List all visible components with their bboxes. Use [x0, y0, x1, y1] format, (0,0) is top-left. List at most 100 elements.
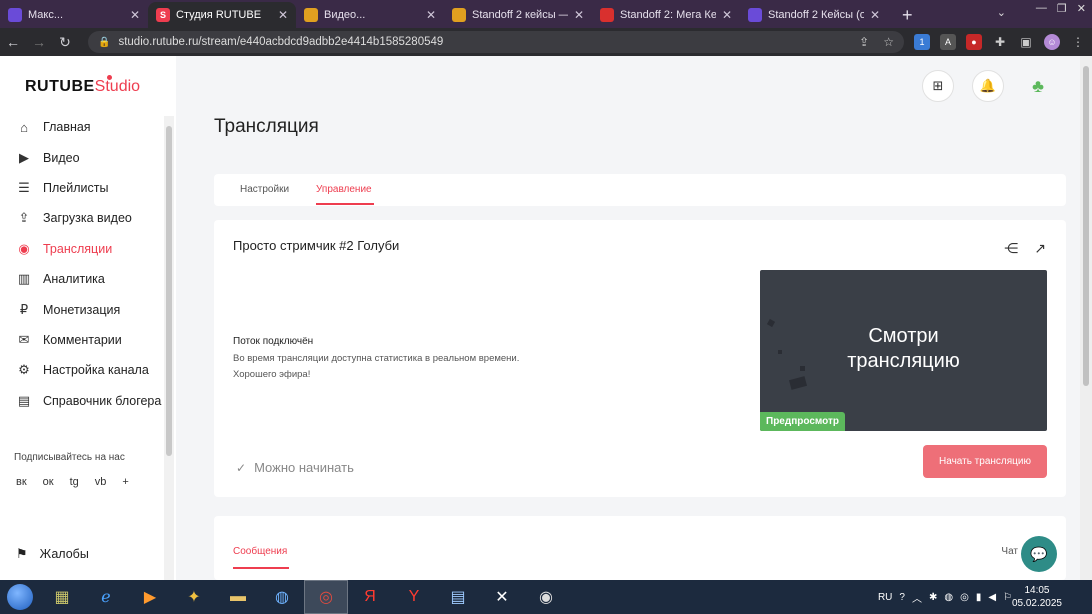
page-scroll-thumb[interactable]	[1083, 66, 1089, 386]
profile-avatar[interactable]: ☺	[1044, 34, 1060, 50]
page-scrollbar[interactable]	[1080, 56, 1092, 580]
browser-tab[interactable]: Видео... ✕	[296, 2, 444, 28]
share-page-icon[interactable]: ⇪	[859, 35, 869, 49]
start-button[interactable]	[0, 580, 40, 614]
sidebar-item[interactable]: ⇪ Загрузка видео	[16, 203, 166, 233]
social-link-icon[interactable]: +	[122, 476, 128, 488]
chat-label[interactable]: Чат	[1001, 546, 1018, 557]
add-content-button[interactable]: ⊞	[922, 70, 954, 102]
show-hidden-icons[interactable]: ︿	[912, 590, 922, 605]
subscribe-label: Подписывайтесь на нас	[14, 452, 125, 463]
sidebar-item[interactable]: ✉ Комментарии	[16, 325, 166, 355]
sidebar-item[interactable]: ⌂ Главная	[16, 112, 166, 142]
forward-icon[interactable]: →	[26, 34, 52, 50]
sidebar-item[interactable]: ⚙ Настройка канала	[16, 355, 166, 385]
social-link-icon[interactable]: vb	[95, 476, 107, 488]
flag-icon[interactable]: ⚐	[1003, 592, 1012, 603]
chrome-icon[interactable]: ◎	[304, 580, 348, 614]
browser-tab[interactable]: Standoff 2: Мега Кейсы ✕	[592, 2, 740, 28]
tray-app-icon[interactable]: ◎	[960, 592, 969, 603]
tab-settings[interactable]: Настройки	[240, 184, 289, 195]
user-avatar[interactable]: ♣	[1022, 70, 1054, 102]
tab-management[interactable]: Управление	[316, 184, 372, 195]
clock-time: 14:05	[1024, 585, 1050, 596]
start-stream-button[interactable]: Начать трансляцию	[923, 445, 1047, 478]
sidebar-item[interactable]: ▥ Аналитика	[16, 264, 166, 294]
sidebar-item[interactable]: ☰ Плейлисты	[16, 173, 166, 203]
sidebar-item-label: Главная	[43, 120, 91, 135]
puzzle-icon[interactable]: ✚	[992, 34, 1008, 50]
yandex-browser-icon[interactable]: Y	[392, 580, 436, 614]
bookmark-star-icon[interactable]: ☆	[883, 35, 894, 49]
media-player-icon[interactable]: ▶	[128, 580, 172, 614]
calculator-icon[interactable]: ▤	[436, 580, 480, 614]
game-icon[interactable]: ✦	[172, 580, 216, 614]
browser-tab[interactable]: S Студия RUTUBE ✕	[148, 2, 296, 28]
tab-close-icon[interactable]: ✕	[722, 8, 732, 22]
social-link-icon[interactable]: tg	[70, 476, 79, 488]
tab-close-icon[interactable]: ✕	[574, 8, 584, 22]
tabs-card: Настройки Управление	[214, 174, 1066, 206]
volume-icon[interactable]: ◀	[988, 592, 996, 603]
sidebar-nav: ⌂ Главная ▶ Видео ☰ Плейлисты ⇪ Загрузка видео ◉…	[16, 112, 166, 416]
share-icon[interactable]: ⋲	[1004, 240, 1018, 257]
tab-messages[interactable]: Сообщения	[233, 546, 287, 557]
help-icon[interactable]: ?	[899, 592, 905, 603]
address-bar[interactable]: 🔒 studio.rutube.ru/stream/e440acbdcd9adb…	[88, 31, 904, 53]
sidebar-item[interactable]: ◉ Трансляции	[16, 234, 166, 264]
rutube-studio-logo[interactable]: RUTUBEStudio	[25, 75, 140, 96]
close-window-icon[interactable]: ✕	[1077, 2, 1086, 15]
browser-tab[interactable]: Макс... ✕	[0, 2, 148, 28]
restore-icon[interactable]: ❐	[1057, 2, 1067, 15]
tab-close-icon[interactable]: ✕	[870, 8, 880, 22]
browser-tab[interactable]: Standoff 2 Кейсы (от Н ✕	[740, 2, 888, 28]
language-indicator[interactable]: RU	[878, 592, 892, 603]
yandex-icon[interactable]: Я	[348, 580, 392, 614]
folder-icon[interactable]: ▬	[216, 580, 260, 614]
extension-icon[interactable]: A	[940, 34, 956, 50]
taskbar-app-icon[interactable]: ▦	[40, 580, 84, 614]
sidebar-item-icon: ⇪	[18, 210, 30, 226]
app-xo-icon[interactable]: ✕	[480, 580, 524, 614]
bluetooth-icon[interactable]: ✱	[929, 592, 937, 603]
sidebar-item-icon: ✉	[18, 331, 30, 347]
minimize-icon[interactable]: —	[1036, 2, 1047, 15]
network-icon[interactable]: ▮	[976, 592, 982, 603]
app-globe-icon[interactable]: ◍	[260, 580, 304, 614]
sidebar-item-label: Монетизация	[43, 302, 121, 317]
sidebar-item-label: Плейлисты	[43, 180, 109, 195]
browser-tab[interactable]: Standoff 2 кейсы — ре ✕	[444, 2, 592, 28]
stream-preview[interactable]: Смотри трансляцию Предпросмотр	[760, 270, 1047, 431]
sidebar-item[interactable]: ▶ Видео	[16, 142, 166, 172]
menu-icon[interactable]: ⋮	[1070, 34, 1086, 50]
lock-icon[interactable]: 🔒	[98, 37, 110, 48]
back-icon[interactable]: ←	[0, 34, 26, 50]
tab-search-icon[interactable]: ⌄	[997, 6, 1006, 19]
reload-icon[interactable]: ↻	[52, 34, 78, 51]
sidebar-item-label: Загрузка видео	[43, 211, 132, 226]
sidebar-scrollbar[interactable]	[164, 116, 174, 580]
sidebar-scroll-thumb[interactable]	[166, 126, 172, 456]
external-link-icon[interactable]: ↗	[1034, 240, 1046, 257]
tab-title: Standoff 2: Мега Кейсы	[620, 9, 716, 21]
tray-app-icon[interactable]: ◍	[944, 592, 953, 603]
ie-icon[interactable]: ℯ	[84, 580, 128, 614]
sidebar-item-icon: ▶	[19, 149, 29, 165]
sidepanel-icon[interactable]: ▣	[1018, 34, 1034, 50]
notifications-button[interactable]: 🔔	[972, 70, 1004, 102]
social-link-icon[interactable]: ок	[43, 476, 54, 488]
tab-close-icon[interactable]: ✕	[130, 8, 140, 22]
tab-close-icon[interactable]: ✕	[426, 8, 436, 22]
sidebar-item[interactable]: ₽ Монетизация	[16, 294, 166, 324]
sidebar-item-complaints[interactable]: ⚑ Жалобы	[16, 546, 89, 562]
social-link-icon[interactable]: вк	[16, 476, 27, 488]
extension-icon[interactable]: 1	[914, 34, 930, 50]
new-tab-button[interactable]: +	[902, 2, 913, 28]
extension-icon[interactable]: ●	[966, 34, 982, 50]
tab-close-icon[interactable]: ✕	[278, 8, 288, 22]
obs-icon[interactable]: ◉	[524, 580, 568, 614]
clock[interactable]: 14:05 05.02.2025	[1012, 584, 1062, 610]
support-chat-button[interactable]: 💬	[1021, 536, 1057, 572]
sidebar-item-label: Настройка канала	[43, 363, 149, 378]
sidebar-item[interactable]: ▤ Справочник блогера	[16, 386, 166, 416]
